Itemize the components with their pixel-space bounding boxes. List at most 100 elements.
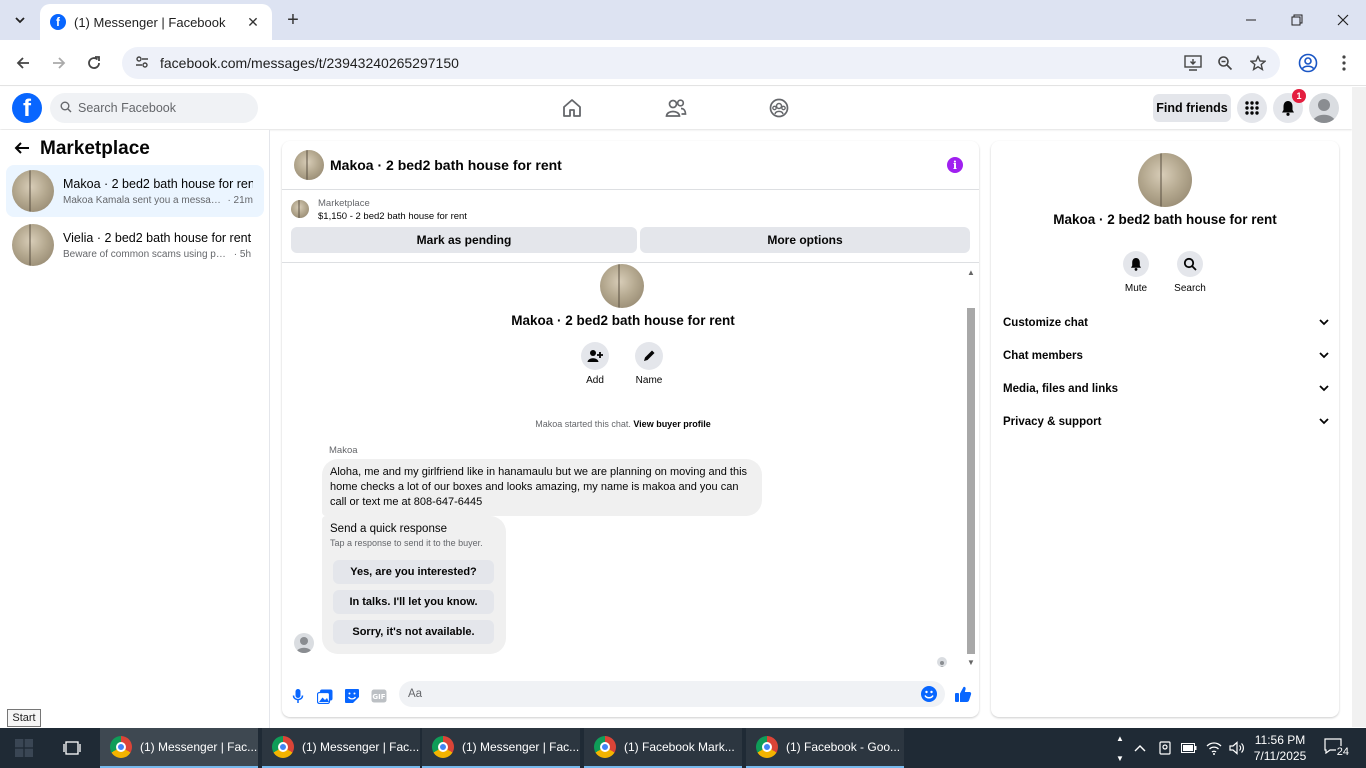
gif-icon[interactable]: GIF <box>370 687 388 705</box>
taskbar-chrome-window[interactable]: (1) Facebook Mark... <box>584 728 742 768</box>
listing-bar: Marketplace $1,150 - 2 bed2 bath house f… <box>282 191 979 263</box>
section-label: Chat members <box>1003 350 1083 362</box>
microphone-icon[interactable] <box>289 687 307 705</box>
listing-source: Marketplace <box>318 198 370 209</box>
taskbar-clock[interactable]: 11:56 PM 7/11/2025 <box>1245 732 1315 764</box>
message-input[interactable] <box>408 688 888 700</box>
chevron-up-icon[interactable]: ▲ <box>1116 734 1124 743</box>
name-chat-button[interactable]: Name <box>624 342 674 386</box>
taskbar-chrome-window[interactable]: (1) Messenger | Fac... <box>262 728 420 768</box>
conversation-item[interactable]: Makoa · 2 bed2 bath house for rent Makoa… <box>6 165 264 217</box>
action-center-icon[interactable]: 24 <box>1324 738 1350 758</box>
privacy-support-row[interactable]: Privacy & support <box>1003 408 1329 436</box>
forward-arrow-icon[interactable] <box>44 48 74 78</box>
menu-grid-icon[interactable] <box>1237 93 1267 123</box>
close-window-icon[interactable] <box>1320 0 1366 40</box>
browser-toolbar: facebook.com/messages/t/2394324026529715… <box>0 40 1366 86</box>
facebook-logo-icon[interactable]: f <box>12 93 42 123</box>
home-icon[interactable] <box>560 96 584 120</box>
groups-icon[interactable] <box>767 96 791 120</box>
svg-text:GIF: GIF <box>372 693 385 701</box>
more-options-button[interactable]: More options <box>640 227 970 253</box>
battery-icon[interactable] <box>1178 728 1200 768</box>
minimize-icon[interactable] <box>1228 0 1274 40</box>
wifi-icon[interactable] <box>1203 728 1225 768</box>
find-friends-button[interactable]: Find friends <box>1153 94 1231 122</box>
chat-members-row[interactable]: Chat members <box>1003 342 1329 370</box>
page-scrollbar[interactable] <box>1352 87 1366 727</box>
account-avatar[interactable] <box>1309 93 1339 123</box>
conversation-name: Makoa · 2 bed2 bath house for rent <box>63 176 253 191</box>
scrollbar-thumb[interactable] <box>967 308 975 654</box>
info-icon[interactable]: i <box>947 157 963 173</box>
chat-started-notice: Makoa started this chat. View buyer prof… <box>282 419 964 429</box>
facebook-search[interactable] <box>50 93 258 123</box>
conversation-preview: Makoa Kamala sent you a message ... <box>63 194 225 206</box>
task-view-icon[interactable] <box>50 728 94 768</box>
back-arrow-icon[interactable] <box>8 48 38 78</box>
chrome-menu-icon[interactable] <box>1329 48 1359 78</box>
zoom-icon[interactable] <box>1214 54 1236 72</box>
mark-as-pending-button[interactable]: Mark as pending <box>291 227 637 253</box>
chat-title[interactable]: Makoa · 2 bed2 bath house for rent <box>330 157 562 173</box>
taskbar-chrome-window[interactable]: (1) Messenger | Fac... <box>100 728 258 768</box>
message-bubble: Aloha, me and my girlfriend like in hana… <box>322 459 762 516</box>
taskbar-chrome-window[interactable]: (1) Facebook - Goo... <box>746 728 904 768</box>
marketplace-header: Marketplace <box>14 138 150 160</box>
thread-scrollbar[interactable]: ▲ ▼ <box>965 266 977 669</box>
chrome-icon <box>594 736 616 758</box>
page-title: Marketplace <box>40 138 150 159</box>
listing-title[interactable]: $1,150 - 2 bed2 bath house for rent <box>318 211 467 222</box>
conversation-preview: Beware of common scams using pay... <box>63 248 231 260</box>
windows-start-icon[interactable] <box>0 728 48 768</box>
media-files-links-row[interactable]: Media, files and links <box>1003 375 1329 403</box>
close-tab-icon[interactable]: ✕ <box>244 13 262 31</box>
conversation-name: Vielia · 2 bed2 bath house for rent <box>63 230 252 245</box>
install-app-icon[interactable] <box>1182 54 1204 72</box>
profile-icon[interactable] <box>1293 48 1323 78</box>
conversation-item[interactable]: Vielia · 2 bed2 bath house for rent Bewa… <box>6 219 264 271</box>
quick-response-button[interactable]: Sorry, it's not available. <box>333 620 494 644</box>
search-in-chat-button[interactable]: Search <box>1165 251 1215 294</box>
bookmark-star-icon[interactable] <box>1247 54 1269 72</box>
chat-panel: Makoa · 2 bed2 bath house for rent i Mar… <box>282 141 979 717</box>
photo-icon[interactable] <box>316 687 334 705</box>
meet-now-icon[interactable] <box>1154 728 1176 768</box>
chevron-down-icon[interactable]: ▼ <box>1116 754 1124 763</box>
taskbar-chrome-window[interactable]: (1) Messenger | Fac... <box>422 728 580 768</box>
marketplace-chat-list: Marketplace Makoa · 2 bed2 bath house fo… <box>0 130 270 728</box>
reload-icon[interactable] <box>79 48 109 78</box>
back-arrow-icon[interactable] <box>14 140 30 159</box>
chrome-icon <box>110 736 132 758</box>
view-buyer-profile-link[interactable]: View buyer profile <box>633 419 710 429</box>
quick-response-button[interactable]: In talks. I'll let you know. <box>333 590 494 614</box>
thumbs-up-icon[interactable] <box>953 684 973 704</box>
taskbar-scroll-arrows[interactable]: ▲ ▼ <box>1113 728 1127 768</box>
tab-search-chevron-icon[interactable] <box>8 8 32 32</box>
facebook-favicon-icon: f <box>50 14 66 30</box>
scroll-down-icon[interactable]: ▼ <box>966 657 976 667</box>
search-input[interactable] <box>78 101 248 115</box>
new-tab-icon[interactable]: + <box>282 8 304 32</box>
address-bar[interactable]: facebook.com/messages/t/2394324026529715… <box>122 47 1280 79</box>
search-label: Search <box>1174 283 1206 294</box>
add-people-button[interactable]: Add <box>570 342 620 386</box>
friends-icon[interactable] <box>664 96 688 120</box>
scroll-up-icon[interactable]: ▲ <box>966 267 976 277</box>
browser-tab-active[interactable]: f (1) Messenger | Facebook ✕ <box>40 4 272 40</box>
quick-response-button[interactable]: Yes, are you interested? <box>333 560 494 584</box>
seen-indicator-avatar <box>937 657 947 667</box>
mute-button[interactable]: Mute <box>1111 251 1161 294</box>
customize-chat-row[interactable]: Customize chat <box>1003 309 1329 337</box>
listing-thumbnail[interactable] <box>291 200 309 218</box>
sticker-icon[interactable] <box>343 687 361 705</box>
chat-info-avatar <box>1138 153 1192 207</box>
chrome-icon <box>756 736 778 758</box>
emoji-icon[interactable] <box>921 686 937 702</box>
chat-thumbnail[interactable] <box>294 150 324 180</box>
start-tooltip: Start <box>7 709 41 727</box>
message-input-box[interactable] <box>399 681 945 707</box>
site-info-icon[interactable] <box>134 54 150 73</box>
show-hidden-icons-icon[interactable] <box>1130 728 1150 768</box>
restore-icon[interactable] <box>1274 0 1320 40</box>
